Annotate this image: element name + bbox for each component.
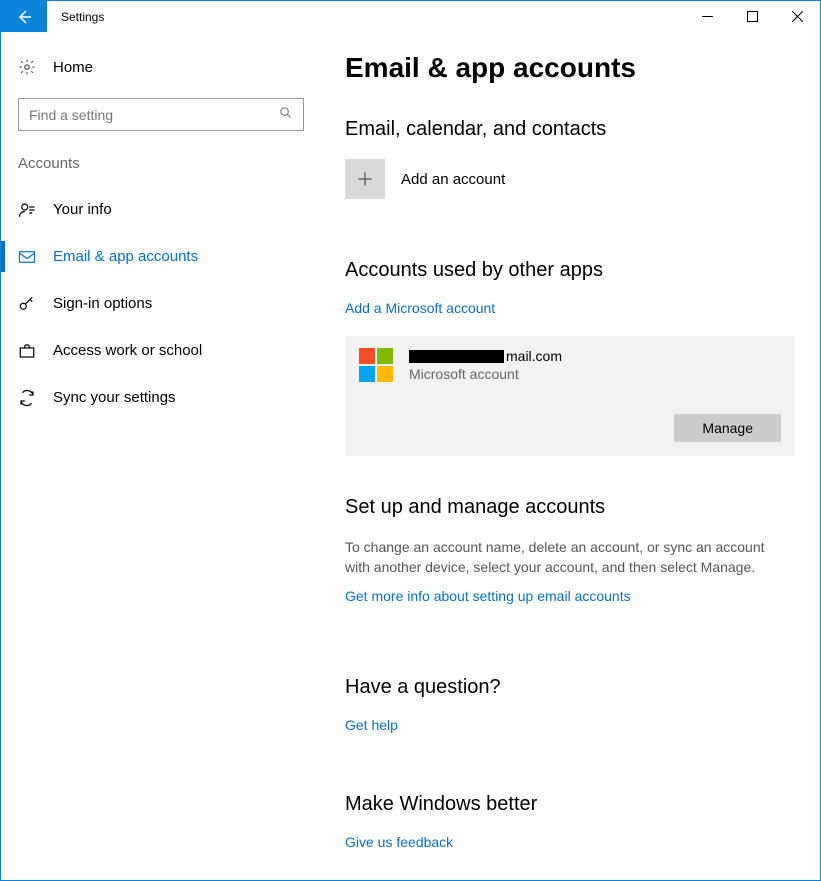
sidebar-item-label: Email & app accounts [53,248,198,265]
account-email-suffix: mail.com [506,348,562,364]
search-box[interactable] [18,98,304,131]
section-email-heading: Email, calendar, and contacts [345,118,796,141]
window-controls [685,1,820,32]
sidebar-item-label: Sign-in options [53,295,152,312]
plus-icon [345,159,385,199]
search-icon [278,105,293,125]
sidebar-item-label: Your info [53,201,112,218]
home-button[interactable]: Home [1,50,321,84]
settings-window: Settings Home [0,0,821,881]
minimize-icon [702,11,713,22]
titlebar: Settings [1,1,820,32]
account-email: mail.com [409,348,781,364]
section-setup-heading: Set up and manage accounts [345,496,796,519]
add-microsoft-account-link[interactable]: Add a Microsoft account [345,300,495,316]
microsoft-logo-icon [359,348,395,384]
back-button[interactable] [1,1,47,32]
add-account-label: Add an account [401,171,505,188]
get-help-link[interactable]: Get help [345,717,398,733]
close-button[interactable] [775,1,820,32]
page-title: Email & app accounts [345,52,796,84]
section-other-apps-heading: Accounts used by other apps [345,259,796,282]
sidebar-item-label: Access work or school [53,342,202,359]
section-feedback-heading: Make Windows better [345,793,796,816]
redacted-text [409,350,504,363]
give-feedback-link[interactable]: Give us feedback [345,834,453,850]
person-icon [18,201,36,219]
sidebar-item-label: Sync your settings [53,389,176,406]
search-input[interactable] [29,107,278,123]
window-title: Settings [47,1,104,32]
body: Home Accounts Your info [1,32,820,880]
account-card[interactable]: mail.com Microsoft account Manage [345,336,795,456]
main-content: Email & app accounts Email, calendar, an… [321,32,820,880]
setup-more-info-link[interactable]: Get more info about setting up email acc… [345,588,631,604]
mail-icon [18,248,36,266]
home-label: Home [53,59,93,76]
sidebar-item-your-info[interactable]: Your info [1,186,321,233]
add-account-button[interactable]: Add an account [345,159,796,199]
sidebar-item-sign-in-options[interactable]: Sign-in options [1,280,321,327]
account-type: Microsoft account [409,366,781,382]
key-icon [18,295,36,313]
minimize-button[interactable] [685,1,730,32]
close-icon [792,11,803,22]
setup-description: To change an account name, delete an acc… [345,537,785,578]
section-question-heading: Have a question? [345,676,796,699]
briefcase-icon [18,342,36,360]
sidebar: Home Accounts Your info [1,32,321,880]
sync-icon [18,389,36,407]
gear-icon [18,58,36,76]
sidebar-item-work-school[interactable]: Access work or school [1,327,321,374]
sidebar-item-sync[interactable]: Sync your settings [1,374,321,421]
maximize-icon [747,11,758,22]
sidebar-heading: Accounts [1,155,321,186]
arrow-left-icon [15,8,33,26]
sidebar-item-email-accounts[interactable]: Email & app accounts [1,233,321,280]
maximize-button[interactable] [730,1,775,32]
manage-button[interactable]: Manage [674,414,781,442]
